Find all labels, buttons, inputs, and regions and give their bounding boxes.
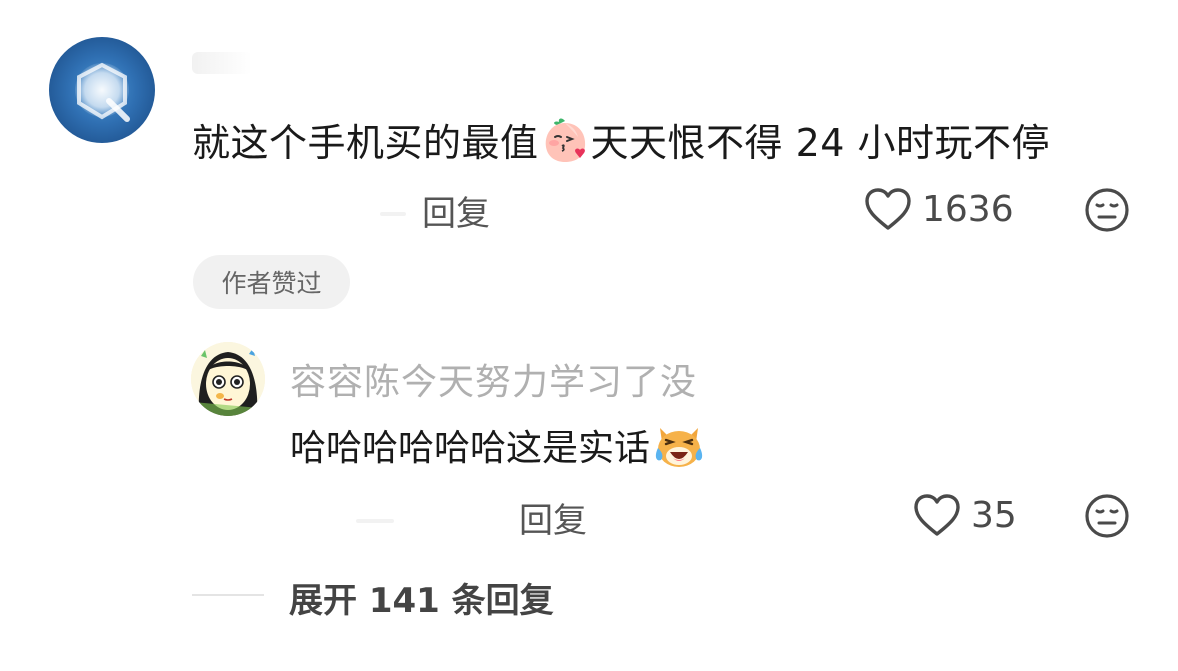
commenter-avatar[interactable]: [49, 37, 155, 143]
expand-divider: [192, 594, 264, 596]
comment-text: 就这个手机买的最值 天天恨不得 24 小时玩不停: [192, 112, 1050, 167]
dislike-face-icon[interactable]: [1084, 493, 1130, 539]
laughing-cat-emoji-icon: [655, 428, 703, 467]
comment-thread: 就这个手机买的最值 天天恨不得 24 小时玩不停 回复 1636 作者赞过 容容…: [0, 0, 1178, 671]
dislike-face-icon[interactable]: [1084, 187, 1130, 233]
peach-kiss-emoji-icon: [545, 117, 585, 162]
like-button[interactable]: 1636: [864, 187, 1014, 231]
heart-icon: [914, 494, 960, 536]
commenter-username-blurred[interactable]: [192, 52, 252, 74]
comment-text-part-1: 就这个手机买的最值: [192, 121, 539, 165]
reply-text-content: 哈哈哈哈哈哈这是实话: [290, 428, 651, 469]
reply-text: 哈哈哈哈哈哈这是实话: [290, 418, 706, 472]
cartoon-girl-avatar-icon: [191, 342, 265, 416]
comment-text-part-2: 天天恨不得 24 小时玩不停: [590, 121, 1051, 165]
reply-button[interactable]: 回复: [422, 186, 490, 235]
like-button-sub[interactable]: 35: [913, 493, 1017, 537]
reply-user-avatar[interactable]: [191, 342, 265, 416]
author-liked-tag: 作者赞过: [193, 255, 350, 309]
like-count: 1636: [922, 188, 1014, 230]
like-count-sub: 35: [971, 494, 1017, 536]
expand-replies-button[interactable]: 展开 141 条回复: [289, 573, 554, 622]
avatar-logo-icon: [77, 62, 130, 122]
reply-username[interactable]: 容容陈今天努力学习了没: [290, 353, 697, 405]
heart-icon: [865, 188, 911, 230]
reply-button-sub[interactable]: 回复: [519, 493, 587, 542]
